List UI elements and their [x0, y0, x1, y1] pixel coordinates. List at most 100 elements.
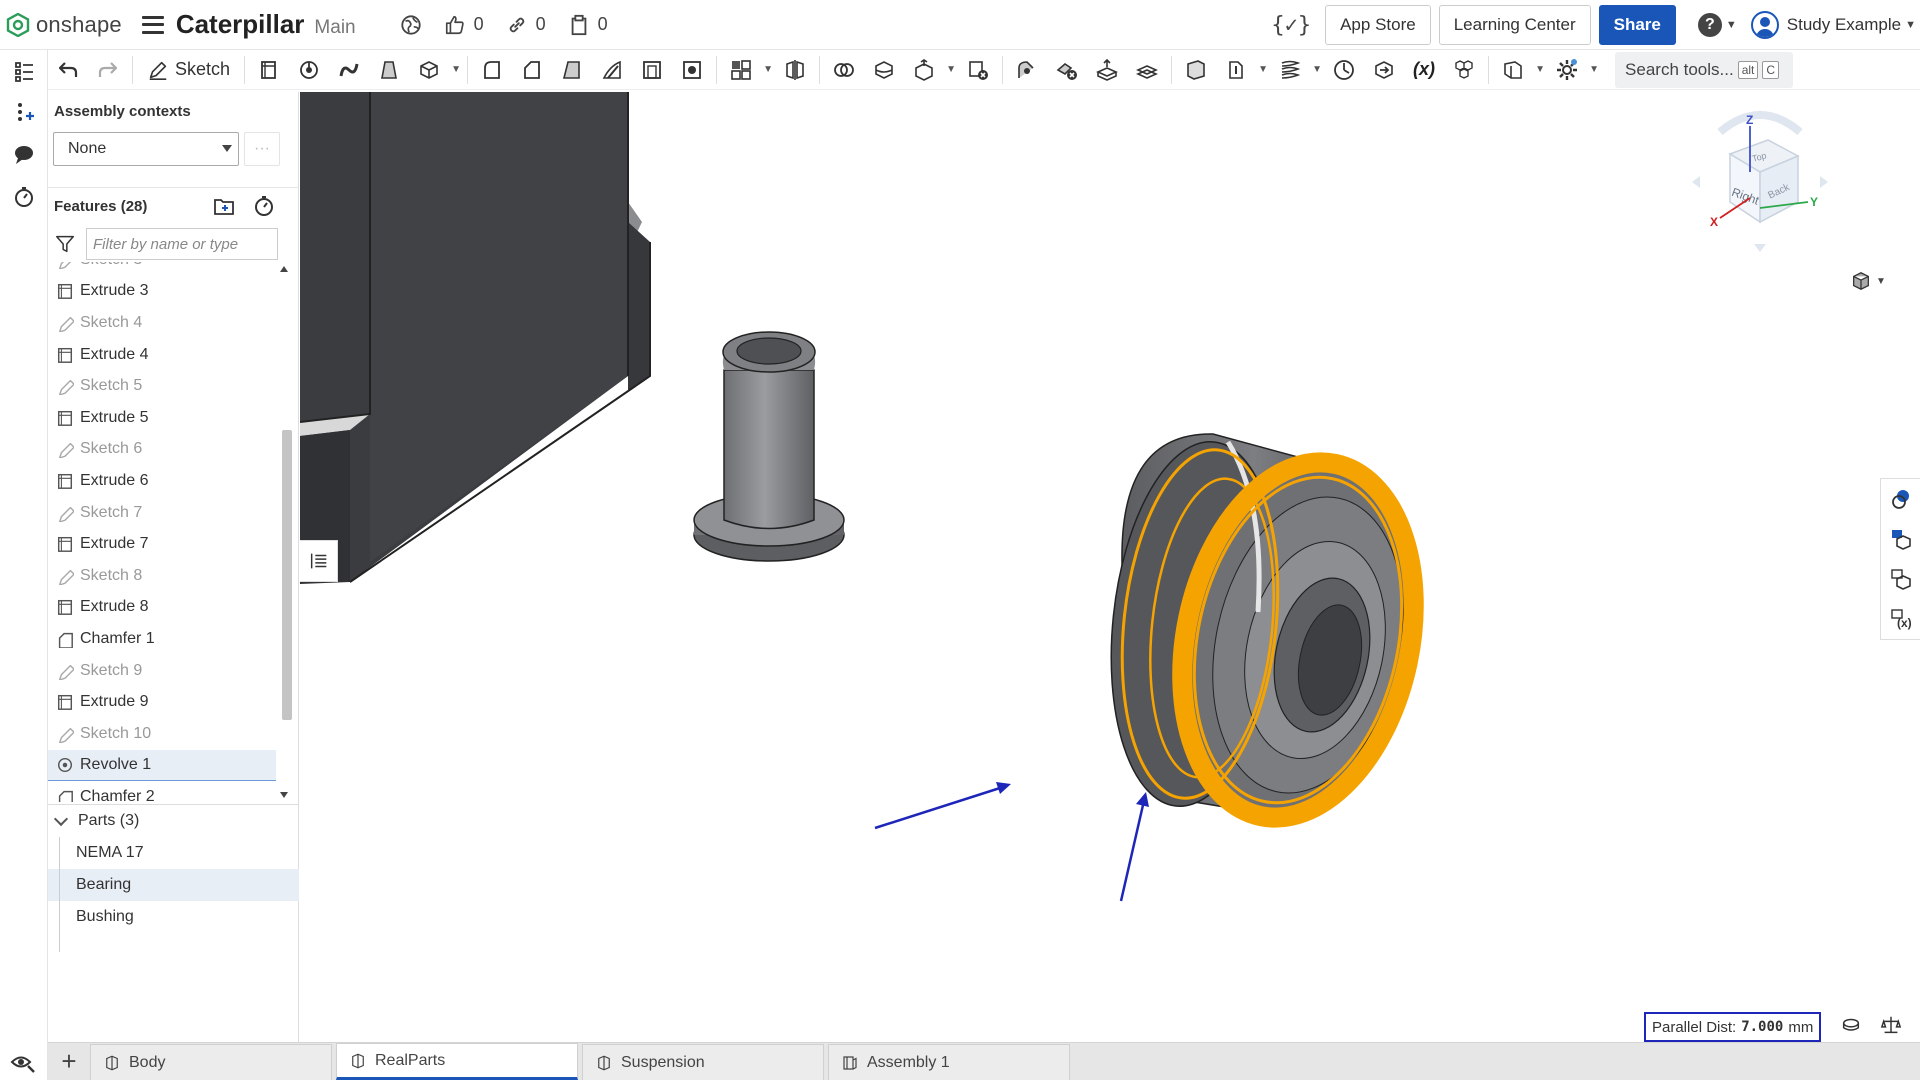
replace-face-tool[interactable] [1127, 50, 1167, 90]
redo-button[interactable] [88, 50, 128, 90]
feature-filter-input[interactable] [86, 228, 278, 260]
bearing-part[interactable] [1094, 433, 1445, 839]
links-button[interactable]: 0 [506, 14, 546, 36]
feature-item-extrude-5[interactable]: Extrude 5 [48, 402, 276, 434]
undo-button[interactable] [48, 50, 88, 90]
settings-chevron-down-icon[interactable]: ▼ [1587, 64, 1601, 75]
insert-part-toggle[interactable] [0, 92, 48, 134]
scroll-thumb[interactable] [282, 430, 292, 720]
feature-list-toggle[interactable] [0, 50, 48, 92]
bom-panel-button[interactable] [1881, 519, 1920, 559]
extrude-tool[interactable] [249, 50, 289, 90]
appearance-panel-button[interactable] [1881, 479, 1920, 519]
transform-tool[interactable] [904, 50, 944, 90]
comments-toggle[interactable] [0, 134, 48, 176]
split-tool[interactable] [864, 50, 904, 90]
settings-tool[interactable] [1547, 50, 1587, 90]
nema-17-motor-body[interactable] [300, 92, 651, 584]
view-options-button[interactable]: ▼ [1850, 270, 1886, 292]
boolean-tool[interactable] [824, 50, 864, 90]
part-item-bushing[interactable]: Bushing [48, 901, 299, 933]
like-button[interactable]: 0 [444, 14, 484, 36]
help-chevron-down-icon[interactable]: ▼ [1726, 19, 1737, 31]
context-more-button[interactable]: ··· [244, 132, 280, 166]
feature-item-sketch-8[interactable]: Sketch 8 [48, 560, 276, 592]
feature-item-extrude-9[interactable]: Extrude 9 [48, 686, 276, 718]
revolve-tool[interactable] [289, 50, 329, 90]
part-item-nema-17[interactable]: NEMA 17 [48, 837, 299, 869]
modify-fillet-tool[interactable] [1007, 50, 1047, 90]
feature-item-sketch-3[interactable]: Sketch 3 [48, 262, 276, 276]
filter-icon[interactable] [54, 233, 76, 255]
feature-item-sketch-5[interactable]: Sketch 5 [48, 370, 276, 402]
delete-part-tool[interactable] [958, 50, 998, 90]
shell-tool[interactable] [632, 50, 672, 90]
sweep-tool[interactable] [329, 50, 369, 90]
configurations-tool[interactable] [1444, 50, 1484, 90]
feature-item-extrude-8[interactable]: Extrude 8 [48, 592, 276, 624]
menu-icon[interactable] [141, 15, 164, 34]
linear-pattern-tool[interactable] [721, 50, 761, 90]
section-view-tool[interactable] [1493, 50, 1533, 90]
variable-tool[interactable]: (x) [1404, 50, 1444, 90]
plane-tool[interactable] [1176, 50, 1216, 90]
tab-suspension[interactable]: Suspension [582, 1044, 824, 1080]
help-icon[interactable]: ? [1697, 13, 1722, 37]
helix-chevron-down-icon[interactable]: ▼ [1310, 64, 1324, 75]
document-title[interactable]: Caterpillar [176, 9, 305, 40]
helix-tool[interactable] [1270, 50, 1310, 90]
pattern-chevron-down-icon[interactable]: ▼ [761, 64, 775, 75]
public-globe-button[interactable] [400, 14, 422, 36]
measurement-readout[interactable]: Parallel Dist: 7.000 mm [1644, 1012, 1822, 1042]
add-tab-button[interactable]: + [48, 1042, 90, 1080]
feature-item-revolve-1[interactable]: Revolve 1 [48, 749, 276, 782]
bushing-part[interactable] [693, 331, 845, 562]
tab-assembly-1[interactable]: Assembly 1 [828, 1044, 1070, 1080]
learning-center-button[interactable]: Learning Center [1438, 5, 1591, 45]
mate-connector-tool[interactable] [1216, 50, 1256, 90]
feature-list-scrollbar[interactable] [276, 262, 292, 802]
parts-heading[interactable]: Parts (3) [48, 805, 299, 837]
delete-face-tool[interactable] [1047, 50, 1087, 90]
thicken-chevron-down-icon[interactable]: ▼ [449, 64, 463, 75]
variables-studio-icon[interactable]: {✓} [1271, 13, 1311, 38]
feature-item-sketch-6[interactable]: Sketch 6 [48, 434, 276, 466]
derived-tool[interactable] [1364, 50, 1404, 90]
feature-item-chamfer-1[interactable]: Chamfer 1 [48, 623, 276, 655]
rollback-timer-icon[interactable] [252, 194, 276, 218]
configurations-panel-button[interactable] [1881, 559, 1920, 599]
app-store-button[interactable]: App Store [1325, 5, 1431, 45]
plane-chevron-down-icon[interactable]: ▼ [1256, 64, 1270, 75]
mirror-tool[interactable] [775, 50, 815, 90]
scroll-up-arrow[interactable] [280, 266, 288, 272]
feature-item-sketch-9[interactable]: Sketch 9 [48, 655, 276, 687]
scale-balance-icon[interactable] [1880, 1014, 1902, 1036]
variables-panel-button[interactable]: (x) [1881, 599, 1920, 639]
assembly-context-select[interactable]: None [53, 132, 239, 166]
tab-realparts[interactable]: RealParts [336, 1043, 578, 1080]
feature-item-extrude-3[interactable]: Extrude 3 [48, 276, 276, 308]
measure-tool[interactable] [1324, 50, 1364, 90]
tab-body[interactable]: Body [90, 1044, 332, 1080]
move-face-tool[interactable] [1087, 50, 1127, 90]
feature-item-sketch-10[interactable]: Sketch 10 [48, 718, 276, 750]
feature-item-sketch-7[interactable]: Sketch 7 [48, 497, 276, 529]
add-folder-icon[interactable] [212, 194, 236, 218]
feature-item-chamfer-2[interactable]: Chamfer 2 [48, 781, 276, 802]
search-view-button[interactable] [10, 1050, 36, 1079]
graphics-viewport[interactable]: Top Right Back Z X Y ▼ (x) Parallel Dist… [300, 92, 1920, 1042]
share-button[interactable]: Share [1598, 5, 1676, 45]
fillet-tool[interactable] [472, 50, 512, 90]
hole-tool[interactable] [672, 50, 712, 90]
scroll-down-arrow[interactable] [280, 792, 288, 798]
thicken-tool[interactable] [409, 50, 449, 90]
copies-button[interactable]: 0 [568, 14, 608, 36]
feature-item-extrude-6[interactable]: Extrude 6 [48, 465, 276, 497]
loft-tool[interactable] [369, 50, 409, 90]
branch-name[interactable]: Main [314, 17, 355, 39]
mass-properties-icon[interactable] [1840, 1014, 1862, 1036]
feature-item-extrude-4[interactable]: Extrude 4 [48, 339, 276, 371]
section-chevron-down-icon[interactable]: ▼ [1533, 64, 1547, 75]
chamfer-tool[interactable] [512, 50, 552, 90]
user-menu[interactable]: Study Example ▼ [1750, 11, 1916, 39]
